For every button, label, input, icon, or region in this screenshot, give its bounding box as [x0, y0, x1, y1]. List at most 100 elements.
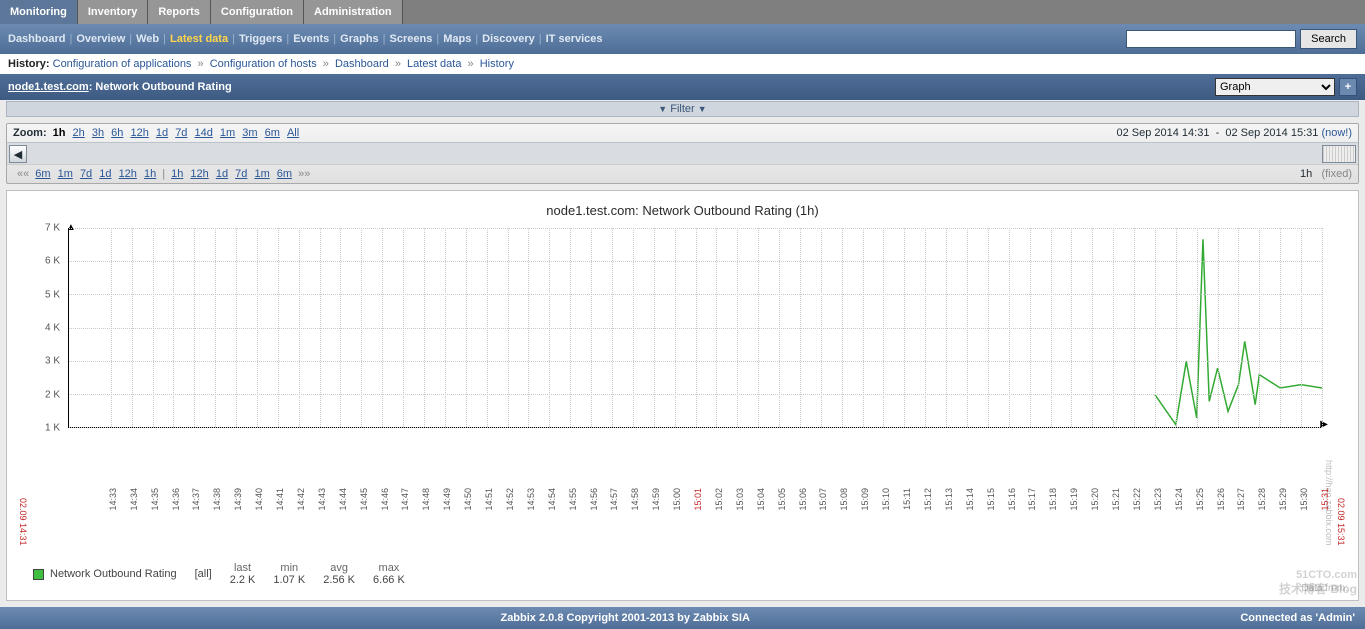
sub-tab-screens[interactable]: Screens: [390, 33, 433, 45]
breadcrumb-link[interactable]: Configuration of hosts: [210, 58, 317, 70]
x-tick: 15:16: [1007, 488, 1017, 511]
now-link[interactable]: (now!): [1321, 127, 1352, 139]
breadcrumb-link[interactable]: Configuration of applications: [53, 58, 192, 70]
x-tick: 14:47: [400, 488, 410, 511]
nav-step[interactable]: 1d: [216, 168, 228, 180]
x-tick: 14:45: [359, 488, 369, 511]
zoom-option[interactable]: 1m: [220, 127, 235, 139]
zoom-option[interactable]: 3m: [242, 127, 257, 139]
x-tick: 14:35: [150, 488, 160, 511]
sub-tab-discovery[interactable]: Discovery: [482, 33, 535, 45]
connected-as: Connected as 'Admin': [1240, 612, 1355, 624]
x-tick: 15:11: [902, 488, 912, 510]
x-tick: 14:48: [421, 488, 431, 511]
sub-tab-triggers[interactable]: Triggers: [239, 33, 282, 45]
x-tick: 15:00: [672, 488, 682, 511]
scroll-left-button[interactable]: ◀: [9, 145, 27, 163]
breadcrumb: History: Configuration of applications »…: [0, 54, 1365, 74]
main-tabs: MonitoringInventoryReportsConfigurationA…: [0, 0, 1365, 24]
nav-step[interactable]: 1m: [254, 168, 269, 180]
zoom-option[interactable]: 2h: [73, 127, 85, 139]
zoom-option[interactable]: 3h: [92, 127, 104, 139]
main-tab-inventory[interactable]: Inventory: [78, 0, 149, 24]
y-tick: 4 K: [45, 323, 60, 334]
sub-tab-maps[interactable]: Maps: [443, 33, 471, 45]
user-link[interactable]: 'Admin': [1316, 612, 1355, 624]
x-tick: 14:46: [380, 488, 390, 511]
x-bound-left: 02.09 14:31: [18, 498, 28, 546]
nav-step[interactable]: 6m: [35, 168, 50, 180]
x-bound-right: 02.09 15:31: [1336, 498, 1346, 546]
sub-tab-dashboard[interactable]: Dashboard: [8, 33, 65, 45]
x-tick: 14:42: [296, 488, 306, 511]
zoom-option[interactable]: All: [287, 127, 299, 139]
x-tick: 14:37: [191, 488, 201, 511]
x-tick: 15:12: [923, 488, 933, 511]
history-label: History:: [8, 58, 50, 70]
main-tab-reports[interactable]: Reports: [148, 0, 211, 24]
sub-tab-overview[interactable]: Overview: [76, 33, 125, 45]
nav-step[interactable]: 1m: [58, 168, 73, 180]
zoom-option[interactable]: 7d: [175, 127, 187, 139]
breadcrumb-link[interactable]: History: [480, 58, 514, 70]
x-tick: 15:10: [881, 488, 891, 511]
nav-step[interactable]: 1d: [99, 168, 111, 180]
x-tick: 15:28: [1257, 488, 1267, 511]
zoom-label: Zoom:: [13, 127, 47, 139]
x-tick: 14:58: [630, 488, 640, 511]
x-tick: 15:09: [860, 488, 870, 511]
main-tab-monitoring[interactable]: Monitoring: [0, 0, 78, 24]
zoom-option[interactable]: 1h: [53, 127, 66, 139]
zoom-option[interactable]: 14d: [195, 127, 213, 139]
sub-tab-events[interactable]: Events: [293, 33, 329, 45]
y-tick: 2 K: [45, 389, 60, 400]
x-tick: 14:41: [275, 488, 285, 511]
breadcrumb-link[interactable]: Dashboard: [335, 58, 389, 70]
chart-title: node1.test.com: Network Outbound Rating …: [13, 197, 1352, 228]
nav-step[interactable]: 7d: [235, 168, 247, 180]
nav-step[interactable]: 1h: [171, 168, 183, 180]
time-scrollbar[interactable]: ◀: [7, 142, 1358, 164]
view-mode-select[interactable]: Graph: [1215, 78, 1335, 96]
breadcrumb-link[interactable]: Latest data: [407, 58, 461, 70]
sub-tab-web[interactable]: Web: [136, 33, 159, 45]
x-tick: 15:15: [986, 488, 996, 511]
x-tick: 15:24: [1174, 488, 1184, 511]
search-input[interactable]: [1126, 30, 1296, 48]
filter-toggle[interactable]: ▼ Filter ▼: [6, 101, 1359, 117]
chart-plot: 1 K2 K3 K4 K5 K6 K7 K ▲ ▶ 02.09 14:31 02…: [68, 228, 1322, 488]
x-tick: 14:59: [651, 488, 661, 511]
main-tab-administration[interactable]: Administration: [304, 0, 403, 24]
nav-step[interactable]: 12h: [190, 168, 208, 180]
x-tick: 15:17: [1027, 488, 1037, 511]
legend-swatch: [33, 569, 44, 580]
nav-forward[interactable]: »»: [298, 168, 310, 180]
sub-tab-graphs[interactable]: Graphs: [340, 33, 379, 45]
nav-rewind[interactable]: ««: [17, 168, 29, 180]
y-tick: 6 K: [45, 256, 60, 267]
x-tick: 14:55: [568, 488, 578, 511]
nav-step[interactable]: 7d: [80, 168, 92, 180]
x-tick: 15:05: [777, 488, 787, 511]
x-tick: 14:43: [317, 488, 327, 511]
nav-step[interactable]: 12h: [119, 168, 137, 180]
x-tick: 15:13: [944, 488, 954, 511]
x-tick: 14:57: [609, 488, 619, 511]
main-tab-configuration[interactable]: Configuration: [211, 0, 304, 24]
add-button[interactable]: +: [1339, 78, 1357, 96]
sub-tab-latest-data[interactable]: Latest data: [170, 33, 228, 45]
zoom-option[interactable]: 12h: [130, 127, 148, 139]
time-from: 02 Sep 2014 14:31: [1116, 127, 1209, 139]
host-link[interactable]: node1.test.com: [8, 81, 89, 93]
scroll-handle[interactable]: [1322, 145, 1356, 163]
search-button[interactable]: Search: [1300, 29, 1357, 49]
nav-step[interactable]: 6m: [277, 168, 292, 180]
zoom-option[interactable]: 1d: [156, 127, 168, 139]
zoom-option[interactable]: 6m: [265, 127, 280, 139]
sub-tab-it-services[interactable]: IT services: [546, 33, 603, 45]
x-tick: 14:50: [463, 488, 473, 511]
zoom-option[interactable]: 6h: [111, 127, 123, 139]
x-tick: 15:04: [756, 488, 766, 511]
x-tick: 14:39: [233, 488, 243, 511]
nav-step[interactable]: 1h: [144, 168, 156, 180]
